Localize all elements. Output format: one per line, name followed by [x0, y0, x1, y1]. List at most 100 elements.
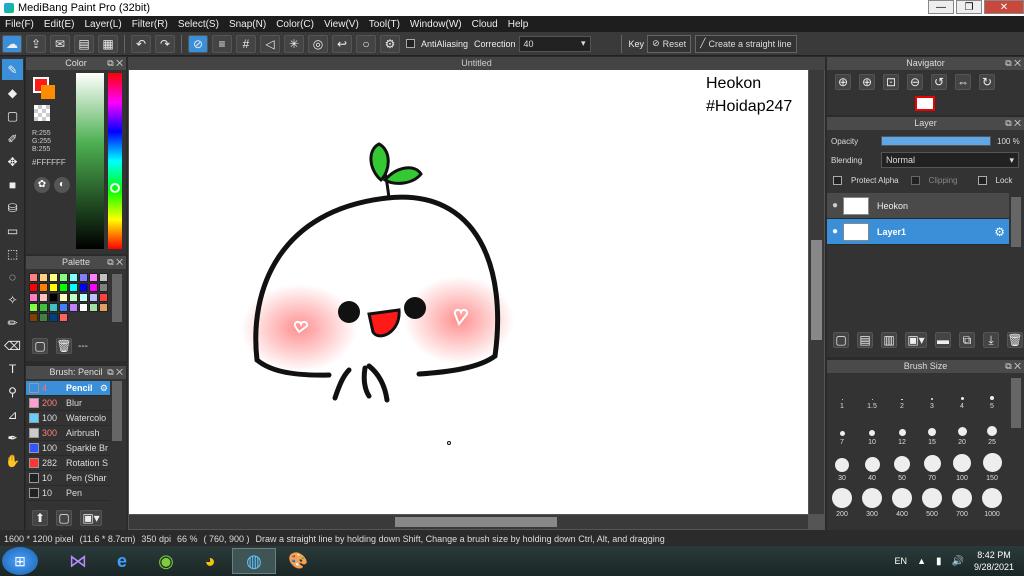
undo-icon[interactable]: ↶ [131, 34, 151, 53]
gear-icon[interactable]: ⚙ [994, 225, 1005, 239]
palette-swatch[interactable] [48, 282, 58, 292]
palette-swatch[interactable] [88, 292, 98, 302]
palette-swatch[interactable] [38, 272, 48, 282]
color-wheel-icon[interactable]: ✿ [34, 177, 50, 193]
palette-swatch[interactable] [28, 272, 38, 282]
brush-size-option[interactable]: 1 [827, 374, 857, 410]
pen-tool-icon[interactable]: ✒ [2, 427, 23, 448]
palette-swatch[interactable] [68, 282, 78, 292]
volume-icon[interactable]: 🔊 [952, 556, 964, 567]
canvas-horizontal-scrollbar[interactable] [129, 515, 808, 529]
palette-swatch[interactable] [78, 302, 88, 312]
palette-swatch[interactable] [78, 282, 88, 292]
brush-size-option[interactable]: 70 [917, 446, 947, 482]
folder-icon[interactable]: ▬ [935, 332, 951, 348]
transparent-swatch[interactable] [34, 105, 50, 121]
add-brush-icon[interactable]: ⬆ [32, 510, 48, 526]
palette-swatch[interactable] [98, 292, 108, 302]
select-eraser-tool-icon[interactable]: ⌫ [2, 335, 23, 356]
share-icon[interactable]: ⇪ [26, 34, 46, 53]
brush-size-option[interactable]: 300 [857, 482, 887, 518]
new-8bit-layer-icon[interactable]: ▥ [881, 332, 897, 348]
comment-icon[interactable]: ▤ [74, 34, 94, 53]
reset-button[interactable]: ⊘ Reset [647, 34, 692, 53]
brush-size-option[interactable]: 25 [977, 410, 1007, 446]
hand-tool-icon[interactable]: ✋ [2, 450, 23, 471]
language-indicator[interactable]: EN [895, 556, 908, 566]
lock-checkbox[interactable] [977, 176, 987, 185]
saturation-brightness-picker[interactable] [76, 73, 104, 249]
palette-swatch[interactable] [88, 302, 98, 312]
brush-size-option[interactable]: 200 [827, 482, 857, 518]
eraser-tool-icon[interactable]: ◆ [2, 82, 23, 103]
coc-coc-icon[interactable]: ◉ [144, 548, 188, 574]
brush-size-option[interactable]: 20 [947, 410, 977, 446]
panel-close-icon[interactable]: ⧉ ✕ [107, 366, 123, 379]
brush-size-option[interactable]: 100 [947, 446, 977, 482]
zoom-in-icon[interactable]: ⊕ [835, 74, 851, 90]
navigator-preview[interactable] [915, 96, 935, 111]
fit-icon[interactable]: ⊡ [883, 74, 899, 90]
palette-swatch[interactable] [28, 282, 38, 292]
brush-document-icon[interactable]: ▢ [56, 510, 72, 526]
brush-item[interactable]: 10 Pen (Shar [26, 471, 110, 486]
palette-scrollbar[interactable] [112, 274, 122, 322]
vertical-scroll-thumb[interactable] [811, 240, 822, 340]
restore-button[interactable]: ❐ [956, 0, 982, 14]
delete-palette-icon[interactable]: 🗑 [56, 338, 72, 354]
palette-swatch[interactable] [98, 272, 108, 282]
brush-tool-icon[interactable]: ✎ [2, 59, 23, 80]
redo-icon[interactable]: ↷ [155, 34, 175, 53]
snap-settings-icon[interactable]: ⚙ [380, 34, 400, 53]
brush-scrollbar[interactable] [112, 381, 122, 441]
fill-rect-tool-icon[interactable]: ■ [2, 174, 23, 195]
panel-close-icon[interactable]: ⧉ ✕ [1005, 360, 1021, 373]
palette-swatch[interactable] [48, 272, 58, 282]
brush-size-option[interactable]: 40 [857, 446, 887, 482]
menu-snap[interactable]: Snap(N) [224, 19, 271, 30]
brush-size-option[interactable]: 1.5 [857, 374, 887, 410]
canvas-tab[interactable]: Untitled [128, 57, 825, 70]
palette-swatch[interactable] [58, 272, 68, 282]
merge-layer-icon[interactable]: ⤓ [983, 332, 999, 348]
smudge-tool-icon[interactable]: ✐ [2, 128, 23, 149]
chat-icon[interactable]: ✉ [50, 34, 70, 53]
tray-chevron-icon[interactable]: ▲ [917, 556, 926, 566]
menu-window[interactable]: Window(W) [405, 19, 467, 30]
palette-swatch[interactable] [98, 302, 108, 312]
brush-size-option[interactable]: 400 [887, 482, 917, 518]
network-icon[interactable]: ▮ [936, 556, 942, 567]
antialias-checkbox[interactable] [406, 39, 415, 48]
palette-swatch[interactable] [28, 312, 38, 322]
visibility-icon[interactable]: ● [827, 200, 843, 211]
hue-slider[interactable] [108, 73, 122, 249]
hue-handle[interactable] [110, 183, 120, 193]
menu-layer[interactable]: Layer(L) [79, 19, 126, 30]
palette-swatch[interactable] [38, 282, 48, 292]
text-tool-icon[interactable]: T [2, 358, 23, 379]
grid-snap-icon[interactable]: # [236, 34, 256, 53]
menu-help[interactable]: Help [503, 19, 534, 30]
palette-swatch[interactable] [48, 302, 58, 312]
zoom-out-icon[interactable]: ⊖ [907, 74, 923, 90]
palette-swatch[interactable] [58, 312, 68, 322]
palette-swatch[interactable] [68, 272, 78, 282]
internet-explorer-icon[interactable]: e [100, 548, 144, 574]
brush-size-option[interactable]: 3 [917, 374, 947, 410]
straight-line-button[interactable]: ╱ Create a straight line [695, 34, 797, 53]
visual-studio-icon[interactable]: ⋈ [56, 548, 100, 574]
opacity-slider[interactable] [881, 136, 991, 146]
brush-size-option[interactable]: 1000 [977, 482, 1007, 518]
document-icon[interactable]: ▦ [98, 34, 118, 53]
palette-swatch[interactable] [48, 312, 58, 322]
palette-swatch[interactable] [88, 272, 98, 282]
operation-tool-icon[interactable]: ⚲ [2, 381, 23, 402]
duplicate-layer-icon[interactable]: ⧉ [959, 332, 975, 348]
delete-layer-icon[interactable]: 🗑 [1007, 332, 1023, 348]
clipping-checkbox[interactable] [910, 176, 920, 185]
medibang-taskbar-icon[interactable]: ◍ [232, 548, 276, 574]
palette-swatch[interactable] [58, 292, 68, 302]
brush-item[interactable]: 100 Sparkle Br [26, 441, 110, 456]
menu-file[interactable]: File(F) [0, 19, 39, 30]
concentric-snap-icon[interactable]: ◎ [308, 34, 328, 53]
